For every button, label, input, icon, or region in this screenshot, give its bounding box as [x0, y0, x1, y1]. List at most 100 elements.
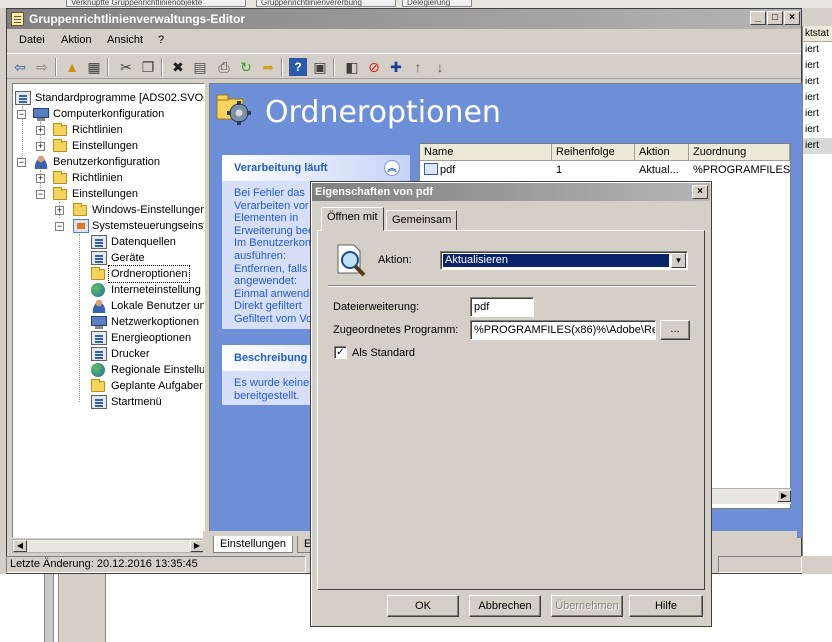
network-options-icon	[91, 316, 107, 329]
expand-icon[interactable]: +	[36, 126, 45, 135]
menu-datei[interactable]: Datei	[19, 34, 45, 46]
background-tab[interactable]: Delegierung	[402, 0, 472, 7]
add-icon[interactable]: ✚	[387, 58, 405, 76]
row-action: Aktual...	[639, 164, 679, 176]
tab-oeffnen-mit[interactable]: Öffnen mit	[321, 207, 384, 231]
tree-label: Computerkonfiguration	[53, 108, 165, 120]
apply-button[interactable]: Übernehmen	[551, 595, 623, 617]
extension-input[interactable]: pdf	[470, 297, 534, 317]
help-button[interactable]: Hilfe	[629, 595, 703, 617]
folder-option-icon	[424, 163, 438, 175]
column-header-association[interactable]: Zuordnung	[689, 144, 790, 161]
tab-einstellungen[interactable]: Einstellungen	[213, 536, 294, 553]
processing-panel-title: Verarbeitung läuft	[234, 162, 328, 174]
browse-button[interactable]: ...	[660, 320, 690, 340]
app-icon	[11, 12, 24, 26]
column-header-action[interactable]: Aktion	[635, 144, 689, 161]
tree-label: Energieoptionen	[111, 332, 192, 344]
description-panel-title: Beschreibung	[234, 352, 308, 364]
menu-ansicht[interactable]: Ansicht	[107, 34, 143, 46]
folder-icon	[53, 139, 67, 152]
window-titlebar[interactable]: Gruppenrichtlinienverwaltungs-Editor _ □…	[7, 9, 801, 29]
background-row: iert	[803, 138, 832, 154]
row-association: %PROGRAMFILES(x86)%	[693, 164, 790, 176]
tree-label: Drucker	[111, 348, 150, 360]
properties-dialog: Eigenschaften von pdf × Öffnen mit Gemei…	[310, 181, 712, 627]
row-name: pdf	[440, 164, 456, 176]
close-button[interactable]: ×	[784, 11, 800, 25]
user-icon	[33, 155, 49, 169]
folder-icon	[53, 171, 67, 184]
forward-icon[interactable]: ⇨	[33, 58, 51, 76]
menu-help[interactable]: ?	[158, 34, 164, 46]
processing-panel-header[interactable]: Verarbeitung läuft ︽	[222, 155, 410, 181]
stop-icon[interactable]: ⊘	[365, 58, 383, 76]
view-icon[interactable]: ▣	[311, 58, 329, 76]
start-menu-icon	[91, 395, 107, 409]
move-up-icon[interactable]: ↑	[409, 58, 427, 76]
page-title: Ordneroptionen	[265, 95, 501, 130]
minimize-button[interactable]: _	[750, 11, 766, 25]
print-icon[interactable]: ⎙	[215, 58, 233, 76]
dialog-titlebar[interactable]: Eigenschaften von pdf ×	[312, 183, 710, 201]
background-tab[interactable]: Verknüpfte Gruppenrichtlinienobjekte	[66, 0, 246, 7]
collapse-icon[interactable]: −	[36, 190, 45, 199]
properties-icon[interactable]: ▤	[191, 58, 209, 76]
cancel-button[interactable]: Abbrechen	[469, 595, 541, 617]
export-icon[interactable]: ➦	[259, 58, 277, 76]
background-tab[interactable]: Gruppenrichtlinienvererbung	[256, 0, 396, 7]
action-select[interactable]: Aktualisieren ▼	[440, 251, 688, 270]
expand-icon[interactable]: +	[36, 174, 45, 183]
expand-icon[interactable]: +	[36, 142, 45, 151]
scroll-right-icon[interactable]: ▶	[777, 490, 791, 502]
program-label: Zugeordnetes Programm:	[333, 324, 459, 336]
dialog-title: Eigenschaften von pdf	[315, 186, 433, 198]
chevron-down-icon[interactable]: ▼	[671, 253, 686, 268]
folder-icon	[73, 203, 87, 216]
delete-icon[interactable]: ✖	[169, 58, 187, 76]
regional-settings-icon	[91, 363, 105, 377]
collapse-icon[interactable]: −	[55, 222, 64, 231]
folder-icon	[53, 187, 67, 200]
scroll-left-icon[interactable]: ◀	[13, 540, 27, 552]
help-icon[interactable]: ?	[289, 58, 307, 76]
cut-icon[interactable]: ✂	[117, 58, 135, 76]
default-checkbox[interactable]: ✓	[334, 346, 347, 359]
up-folder-icon[interactable]: ▲	[63, 58, 81, 76]
status-text: Letzte Änderung: 20.12.2016 13:35:45	[6, 556, 306, 573]
toolbar-separator	[55, 58, 57, 76]
copy-icon[interactable]: ❐	[139, 58, 157, 76]
tree-horizontal-scrollbar[interactable]: ◀ ▶	[12, 539, 205, 553]
maximize-button[interactable]: □	[767, 11, 783, 25]
column-header-name[interactable]: Name	[420, 144, 552, 161]
dialog-close-button[interactable]: ×	[692, 185, 708, 199]
row-name-cell: pdf	[422, 162, 552, 178]
background-column-header: ktstat	[803, 26, 832, 42]
background-divider	[44, 574, 54, 642]
row-order: 1	[556, 164, 563, 176]
dialog-separator	[328, 285, 696, 287]
expand-icon[interactable]: +	[55, 206, 64, 215]
scroll-right-icon[interactable]: ▶	[190, 540, 204, 552]
program-input[interactable]: %PROGRAMFILES(x86)%\Adobe\Re	[470, 320, 656, 340]
collapse-icon[interactable]: −	[17, 158, 26, 167]
tree-pane: Standardprogramme [ADS02.SVOG − Computer…	[12, 83, 205, 538]
move-down-icon[interactable]: ↓	[431, 58, 449, 76]
list-horizontal-scrollbar[interactable]: ▶	[709, 488, 791, 504]
new-item-icon[interactable]: ◧	[343, 58, 361, 76]
refresh-icon[interactable]: ↻	[237, 58, 255, 76]
ok-button[interactable]: OK	[387, 595, 459, 617]
column-header-order[interactable]: Reihenfolge	[552, 144, 635, 161]
tree-label: Geräte	[111, 252, 145, 264]
background-row: iert	[805, 124, 819, 135]
extension-label: Dateierweiterung:	[333, 301, 420, 313]
show-tree-icon[interactable]: ▦	[85, 58, 103, 76]
collapse-chevron-icon[interactable]: ︽	[384, 160, 400, 176]
window-title: Gruppenrichtlinienverwaltungs-Editor	[29, 12, 246, 26]
tree-label: Richtlinien	[72, 124, 123, 136]
dialog-tab-page: Aktion: Aktualisieren ▼ Dateierweiterung…	[317, 230, 705, 590]
back-icon[interactable]: ⇦	[11, 58, 29, 76]
tab-gemeinsam[interactable]: Gemeinsam	[386, 210, 458, 231]
menu-aktion[interactable]: Aktion	[61, 34, 92, 46]
collapse-icon[interactable]: −	[17, 110, 26, 119]
